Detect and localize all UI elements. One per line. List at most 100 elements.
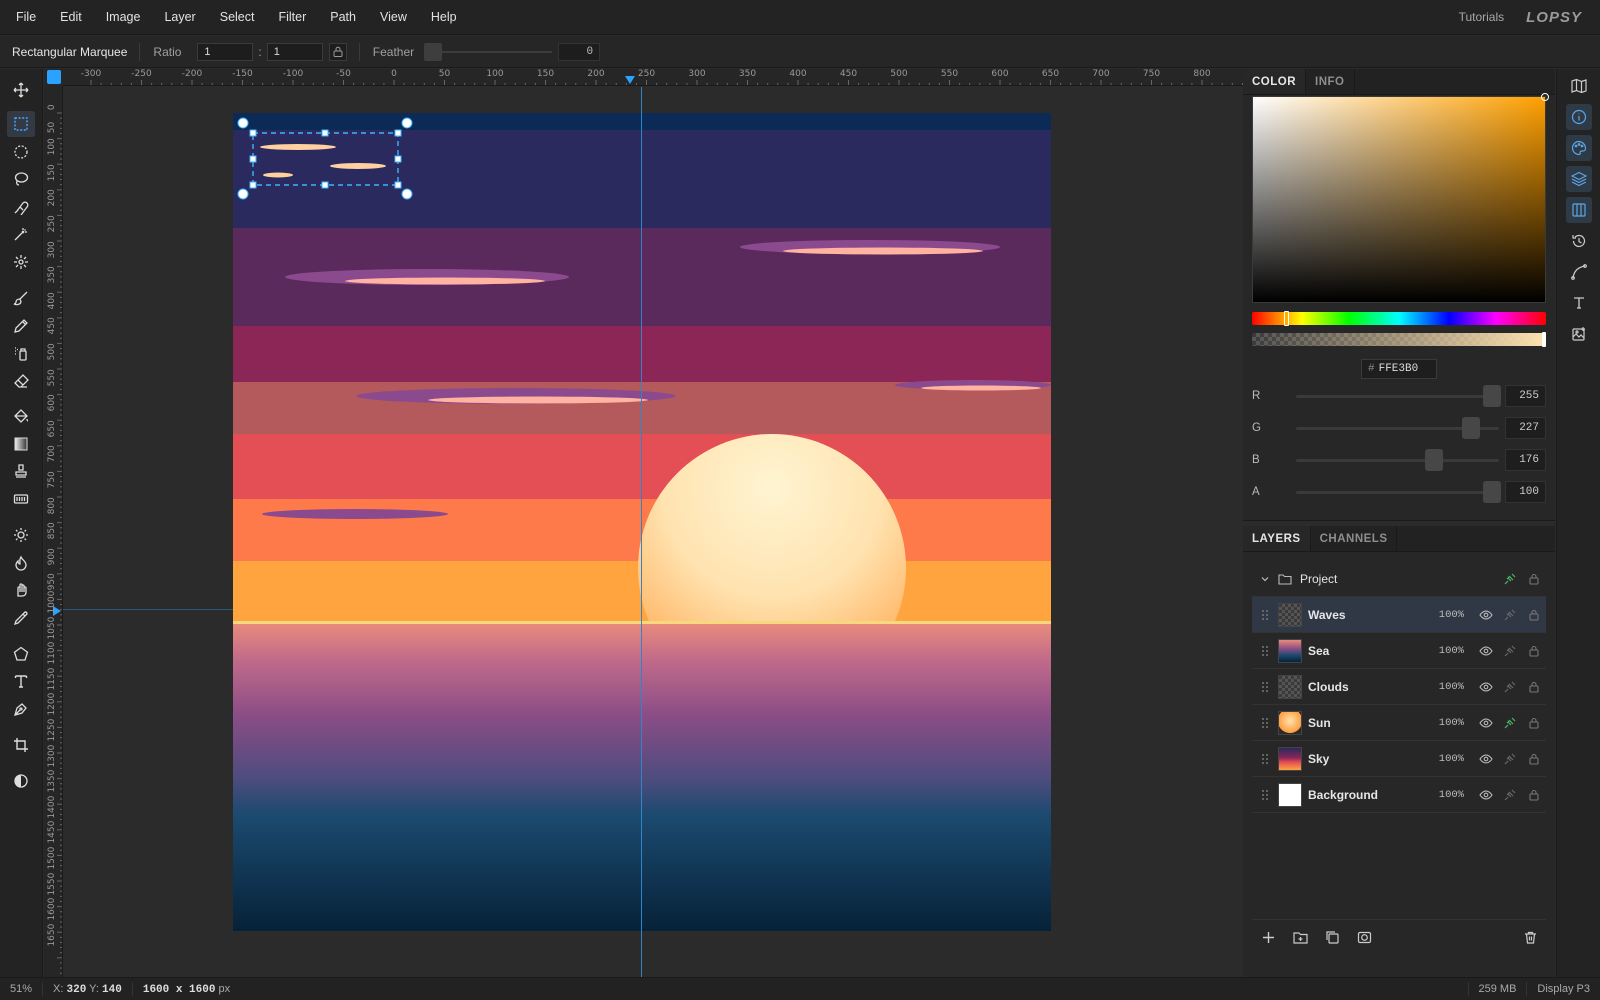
layer-row[interactable]: Clouds 100%	[1252, 669, 1546, 705]
paths-panel-button[interactable]	[1566, 259, 1592, 285]
color-panel-button[interactable]	[1566, 135, 1592, 161]
channel-value-a[interactable]: 100	[1505, 481, 1546, 503]
channel-value-r[interactable]: 255	[1505, 385, 1546, 407]
link-icon[interactable]	[1498, 680, 1522, 694]
eye-icon[interactable]	[1474, 644, 1498, 658]
layer-row[interactable]: Sea 100%	[1252, 633, 1546, 669]
tab-color[interactable]: COLOR	[1243, 69, 1307, 94]
info-panel-button[interactable]	[1566, 104, 1592, 130]
menu-filter[interactable]: Filter	[266, 10, 318, 24]
link-icon[interactable]	[1498, 608, 1522, 622]
delete-layer-button[interactable]	[1514, 923, 1546, 953]
mask-layer-button[interactable]	[1348, 923, 1380, 953]
eye-icon[interactable]	[1474, 788, 1498, 802]
eraser-tool[interactable]	[7, 368, 35, 394]
channel-thumb-b[interactable]	[1424, 449, 1443, 471]
selection-handle[interactable]	[394, 129, 402, 137]
channel-thumb-a[interactable]	[1482, 481, 1501, 503]
menu-path[interactable]: Path	[318, 10, 368, 24]
spray-tool[interactable]	[7, 340, 35, 366]
layer-opacity[interactable]: 100%	[1430, 717, 1464, 729]
adjustments-panel-button[interactable]	[1566, 321, 1592, 347]
layer-row[interactable]: Background 100%	[1252, 777, 1546, 813]
guide-marker-h[interactable]	[623, 76, 637, 86]
feather-slider[interactable]	[424, 42, 553, 61]
alpha-slider-handle[interactable]	[1542, 332, 1546, 347]
layer-opacity[interactable]: 100%	[1430, 609, 1464, 621]
selection-handle[interactable]	[249, 129, 257, 137]
feather-value[interactable]: 0	[558, 42, 601, 61]
channel-thumb-g[interactable]	[1462, 417, 1481, 439]
tab-info[interactable]: INFO	[1306, 69, 1355, 94]
transform-handle[interactable]	[237, 117, 249, 129]
layer-row[interactable]: Sky 100%	[1252, 741, 1546, 777]
layer-row[interactable]: Waves 100%	[1252, 597, 1546, 633]
canvas-area[interactable]	[63, 87, 1243, 977]
eye-icon[interactable]	[1474, 752, 1498, 766]
layers-panel-button[interactable]	[1566, 166, 1592, 192]
gradient-tool[interactable]	[7, 431, 35, 457]
crop-tool[interactable]	[7, 732, 35, 758]
drag-handle-icon[interactable]	[1252, 789, 1278, 801]
drag-handle-icon[interactable]	[1252, 753, 1278, 765]
channel-value-b[interactable]: 176	[1505, 449, 1546, 471]
menu-file[interactable]: File	[0, 10, 48, 24]
lock-icon[interactable]	[1522, 608, 1546, 622]
channel-slider-g[interactable]	[1295, 417, 1500, 439]
ratio-lock-button[interactable]	[328, 42, 347, 61]
layer-opacity[interactable]: 100%	[1430, 789, 1464, 801]
link-icon[interactable]	[1498, 752, 1522, 766]
lock-icon[interactable]	[1522, 644, 1546, 658]
vertical-ruler[interactable]: 0 50 100 150 200 250 300 350 400 450 500 550 600 650 7…	[44, 86, 63, 977]
quick-select-tool[interactable]	[7, 249, 35, 275]
ruler-origin-marker[interactable]	[47, 70, 61, 84]
text-tool[interactable]	[7, 668, 35, 694]
feather-slider-thumb[interactable]	[424, 42, 443, 61]
channel-thumb-r[interactable]	[1482, 385, 1501, 407]
selection-handle[interactable]	[321, 181, 329, 189]
link-icon[interactable]	[1498, 716, 1522, 730]
smudge-tool[interactable]	[7, 577, 35, 603]
selection-handle[interactable]	[394, 181, 402, 189]
drag-handle-icon[interactable]	[1252, 681, 1278, 693]
selection-handle[interactable]	[321, 129, 329, 137]
pattern-tool[interactable]	[7, 486, 35, 512]
lock-icon[interactable]	[1522, 572, 1546, 586]
drag-handle-icon[interactable]	[1252, 609, 1278, 621]
eyedropper-tool[interactable]	[7, 605, 35, 631]
channel-value-g[interactable]: 227	[1505, 417, 1546, 439]
navigator-panel-button[interactable]	[1566, 73, 1592, 99]
lock-icon[interactable]	[1522, 680, 1546, 694]
vertical-guide[interactable]	[641, 87, 642, 977]
hue-slider[interactable]	[1252, 311, 1546, 326]
menu-image[interactable]: Image	[94, 10, 153, 24]
link-icon[interactable]	[1498, 644, 1522, 658]
color-profile[interactable]: Display P3	[1526, 982, 1600, 996]
selection-handle[interactable]	[249, 155, 257, 163]
channel-slider-a[interactable]	[1295, 481, 1501, 503]
link-icon[interactable]	[1498, 572, 1522, 586]
artboard-image[interactable]	[233, 113, 1051, 931]
lock-icon[interactable]	[1522, 788, 1546, 802]
burn-tool[interactable]	[7, 550, 35, 576]
dodge-tool[interactable]	[7, 522, 35, 548]
add-layer-button[interactable]	[1252, 923, 1284, 953]
eye-icon[interactable]	[1474, 680, 1498, 694]
horizontal-ruler[interactable]: -300 -250 -200 -150 -100 -50 0 50 100 150 200 250 30…	[63, 69, 1243, 86]
layer-row[interactable]: Sun 100%	[1252, 705, 1546, 741]
channels-panel-button[interactable]	[1566, 197, 1592, 223]
hue-slider-handle[interactable]	[1283, 311, 1289, 326]
saturation-value-picker[interactable]	[1252, 93, 1549, 303]
selection-handle[interactable]	[394, 155, 402, 163]
menu-view[interactable]: View	[368, 10, 419, 24]
layer-opacity[interactable]: 100%	[1430, 681, 1464, 693]
layer-opacity[interactable]: 100%	[1430, 645, 1464, 657]
sv-picker-cursor[interactable]	[1541, 93, 1549, 101]
lock-icon[interactable]	[1522, 752, 1546, 766]
drag-handle-icon[interactable]	[1252, 717, 1278, 729]
eye-icon[interactable]	[1474, 608, 1498, 622]
horizontal-guide[interactable]	[63, 609, 233, 610]
zoom-level[interactable]: 51%	[0, 982, 44, 996]
menu-layer[interactable]: Layer	[152, 10, 207, 24]
contrast-tool[interactable]	[7, 768, 35, 794]
